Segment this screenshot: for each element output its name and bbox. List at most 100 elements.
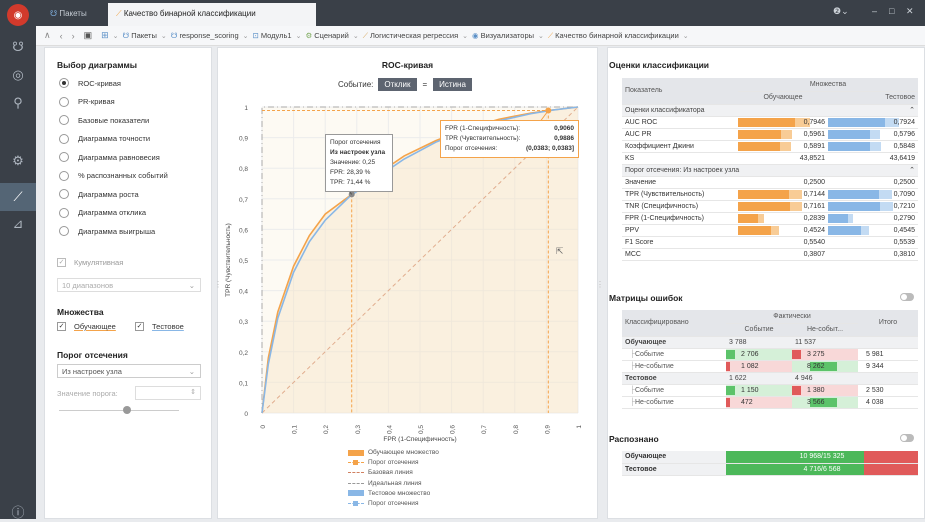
breadcrumb-logreg[interactable]: ⟋ Логистическая регрессия (363, 31, 458, 41)
radio-icon (59, 96, 69, 107)
chart-option-4[interactable]: Диаграмма равновесия (59, 152, 160, 162)
cutoff-select[interactable]: Из настроек узла ⌄ (57, 364, 201, 378)
compass-icon[interactable]: ◎ (7, 64, 29, 86)
threshold-slider[interactable] (59, 410, 179, 411)
metric-group[interactable]: Порог отсечения: Из настроек узла ⌃ (622, 164, 918, 177)
compare-chart-icon[interactable]: ⊿ (7, 213, 29, 235)
threshold-input[interactable]: ⇕ (135, 386, 201, 400)
chart-option-0[interactable]: ROC-кривая (59, 78, 121, 88)
chart-option-3[interactable]: Диаграмма точности (59, 133, 150, 144)
close-icon[interactable]: ✕ (906, 6, 914, 17)
bins-select[interactable]: 10 диапазонов ⌄ (57, 278, 201, 292)
radio-icon (59, 170, 69, 181)
title-bar: ☋ Пакеты ⟋ Качество бинарной классификац… (36, 0, 925, 26)
slider-handle[interactable] (123, 406, 131, 414)
matrix-toggle[interactable] (900, 293, 914, 301)
tab-packages[interactable]: ☋ Пакеты (42, 3, 95, 26)
chart-title: ROC-кривая (381, 60, 434, 70)
legend-item-1: Порог отсечения (348, 459, 418, 466)
matrix-title: Матрицы ошибок (609, 293, 683, 303)
metric-group[interactable]: Оценки классификатора ⌃ (622, 104, 918, 117)
packages-icon[interactable]: ☋ (7, 36, 29, 58)
breadcrumb-package[interactable]: ☋ response_scoring (171, 31, 239, 40)
back-icon[interactable]: ‹ (60, 31, 63, 41)
chart-option-8[interactable]: Диаграмма выигрыша (59, 226, 155, 236)
help-icon[interactable]: ❷⌄ (833, 6, 849, 17)
sets-title: Множества (57, 307, 104, 317)
chart-option-7[interactable]: Диаграмма отклика (59, 207, 146, 218)
scenario-icon: ⚙ (305, 31, 313, 40)
save-icon[interactable]: ▣ (84, 30, 93, 41)
up-icon[interactable]: ∧ (44, 30, 51, 41)
chart-option-1[interactable]: PR-кривая (59, 96, 115, 107)
recognized-row: Тестовое 4 716/6 568 (622, 463, 918, 476)
x-tick-label: 0,8 (513, 425, 520, 434)
y-axis-label: TPR (Чувствительность) (225, 223, 232, 297)
x-tick-label: 0,5 (418, 425, 425, 434)
x-tick-label: 0,2 (323, 425, 330, 434)
x-tick-label: 0 (260, 425, 267, 429)
minimize-icon[interactable]: – (872, 6, 877, 16)
breadcrumb-quality[interactable]: ⟋ Качество бинарной классификации (548, 31, 679, 41)
threshold-label: Значение порога: (57, 389, 118, 398)
nodes-icon[interactable]: ⚲ (7, 92, 29, 114)
metric-row: AUC ROC 0,7946 0,7924 (622, 116, 918, 129)
radio-icon (59, 152, 69, 162)
event-field-chip[interactable]: Отклик (378, 78, 417, 91)
matrix-row: ├Не-событие 1 082 8 262 9 344 (622, 360, 918, 373)
recognized-row: Обучающее 10 968/15 325 (622, 451, 918, 464)
metrics-title: Оценки классификации (609, 60, 710, 70)
tree-icon[interactable]: ⊞ (101, 30, 109, 41)
cutoff-title: Порог отсечения (57, 350, 128, 360)
tab-binary-quality[interactable]: ⟋ Качество бинарной классификации (108, 3, 316, 26)
forward-icon[interactable]: › (72, 31, 75, 41)
radio-icon (59, 226, 69, 236)
x-tick-label: 0,1 (292, 425, 299, 434)
eq-sign: = (422, 80, 428, 89)
y-tick-label: 0,9 (239, 136, 248, 143)
collapse-icon[interactable]: ⌃ (828, 164, 918, 177)
breadcrumb-visualizers[interactable]: ◉ Визуализаторы (472, 31, 534, 40)
cumulative-checkbox[interactable]: ✓ Кумулятивная (57, 258, 123, 267)
app-sidebar: ◉ ☋ ◎ ⚲ ⚙ ⟋ ⊿ ⓘ (0, 0, 36, 520)
scenario-icon[interactable]: ⚙ (7, 150, 29, 172)
recognized-toggle[interactable] (900, 434, 914, 442)
chart-option-5[interactable]: % распознанных событий (59, 170, 168, 181)
col-indicator: Показатель (622, 78, 738, 105)
collapse-icon[interactable]: ⌃ (828, 104, 918, 117)
radio-icon (59, 78, 69, 88)
chevron-down-icon: ⌄ (188, 367, 195, 376)
chart-option-2[interactable]: Базовые показатели (59, 115, 149, 125)
x-tick-label: 0,6 (450, 425, 457, 434)
eye-icon: ◉ (472, 31, 479, 40)
breadcrumb-module[interactable]: ⊡ Модуль1 (253, 31, 292, 40)
chart-option-6[interactable]: Диаграмма роста (59, 189, 139, 199)
event-value-chip[interactable]: Истина (433, 78, 472, 91)
chart-icon: ⟋ (547, 30, 554, 40)
y-tick-label: 0,1 (239, 380, 248, 387)
breadcrumb-packages[interactable]: ☋ Пакеты (123, 31, 157, 40)
package-icon: ☋ (170, 31, 178, 40)
metric-row: TPR (Чувствительность) 0,7144 0,7090 (622, 188, 918, 201)
maximize-icon[interactable]: □ (889, 6, 894, 16)
col-test: Тестовое (828, 91, 918, 105)
right-splitter-icon[interactable]: ⋮ (596, 280, 604, 289)
chart-icon[interactable]: ⟋ (0, 183, 36, 211)
test-set-checkbox[interactable]: ✓ Тестовое (135, 322, 184, 331)
package-icon: ☋ (122, 31, 130, 40)
metric-row: PPV 0,4524 0,4545 (622, 224, 918, 237)
breadcrumb-scenario[interactable]: ⚙ Сценарий (305, 31, 348, 40)
radio-icon (59, 189, 69, 199)
legend-item-4: Тестовое множество (348, 490, 430, 497)
cutoff-tooltip: Порог отсечения Из настроек узла Значени… (325, 134, 393, 192)
x-tick-label: 0,4 (386, 425, 393, 434)
train-set-checkbox[interactable]: ✓ Обучающее (57, 322, 116, 331)
app-logo-icon[interactable]: ◉ (7, 4, 29, 26)
col-actual: Фактически (726, 310, 858, 324)
recognized-title: Распознано (609, 434, 659, 444)
metric-row: MCC 0,3807 0,3810 (622, 248, 918, 261)
metric-row: Значение 0,2500 0,2500 (622, 176, 918, 189)
matrix-row: Тестовое 1 622 4 946 (622, 372, 918, 385)
toolbar: ∧ ‹ › ▣ ⊞ ⌄ ☋ Пакеты ⌄ ☋ response_scoring ⌄ ⊡… (36, 26, 925, 46)
left-splitter-icon[interactable]: ⋮ (214, 280, 222, 289)
